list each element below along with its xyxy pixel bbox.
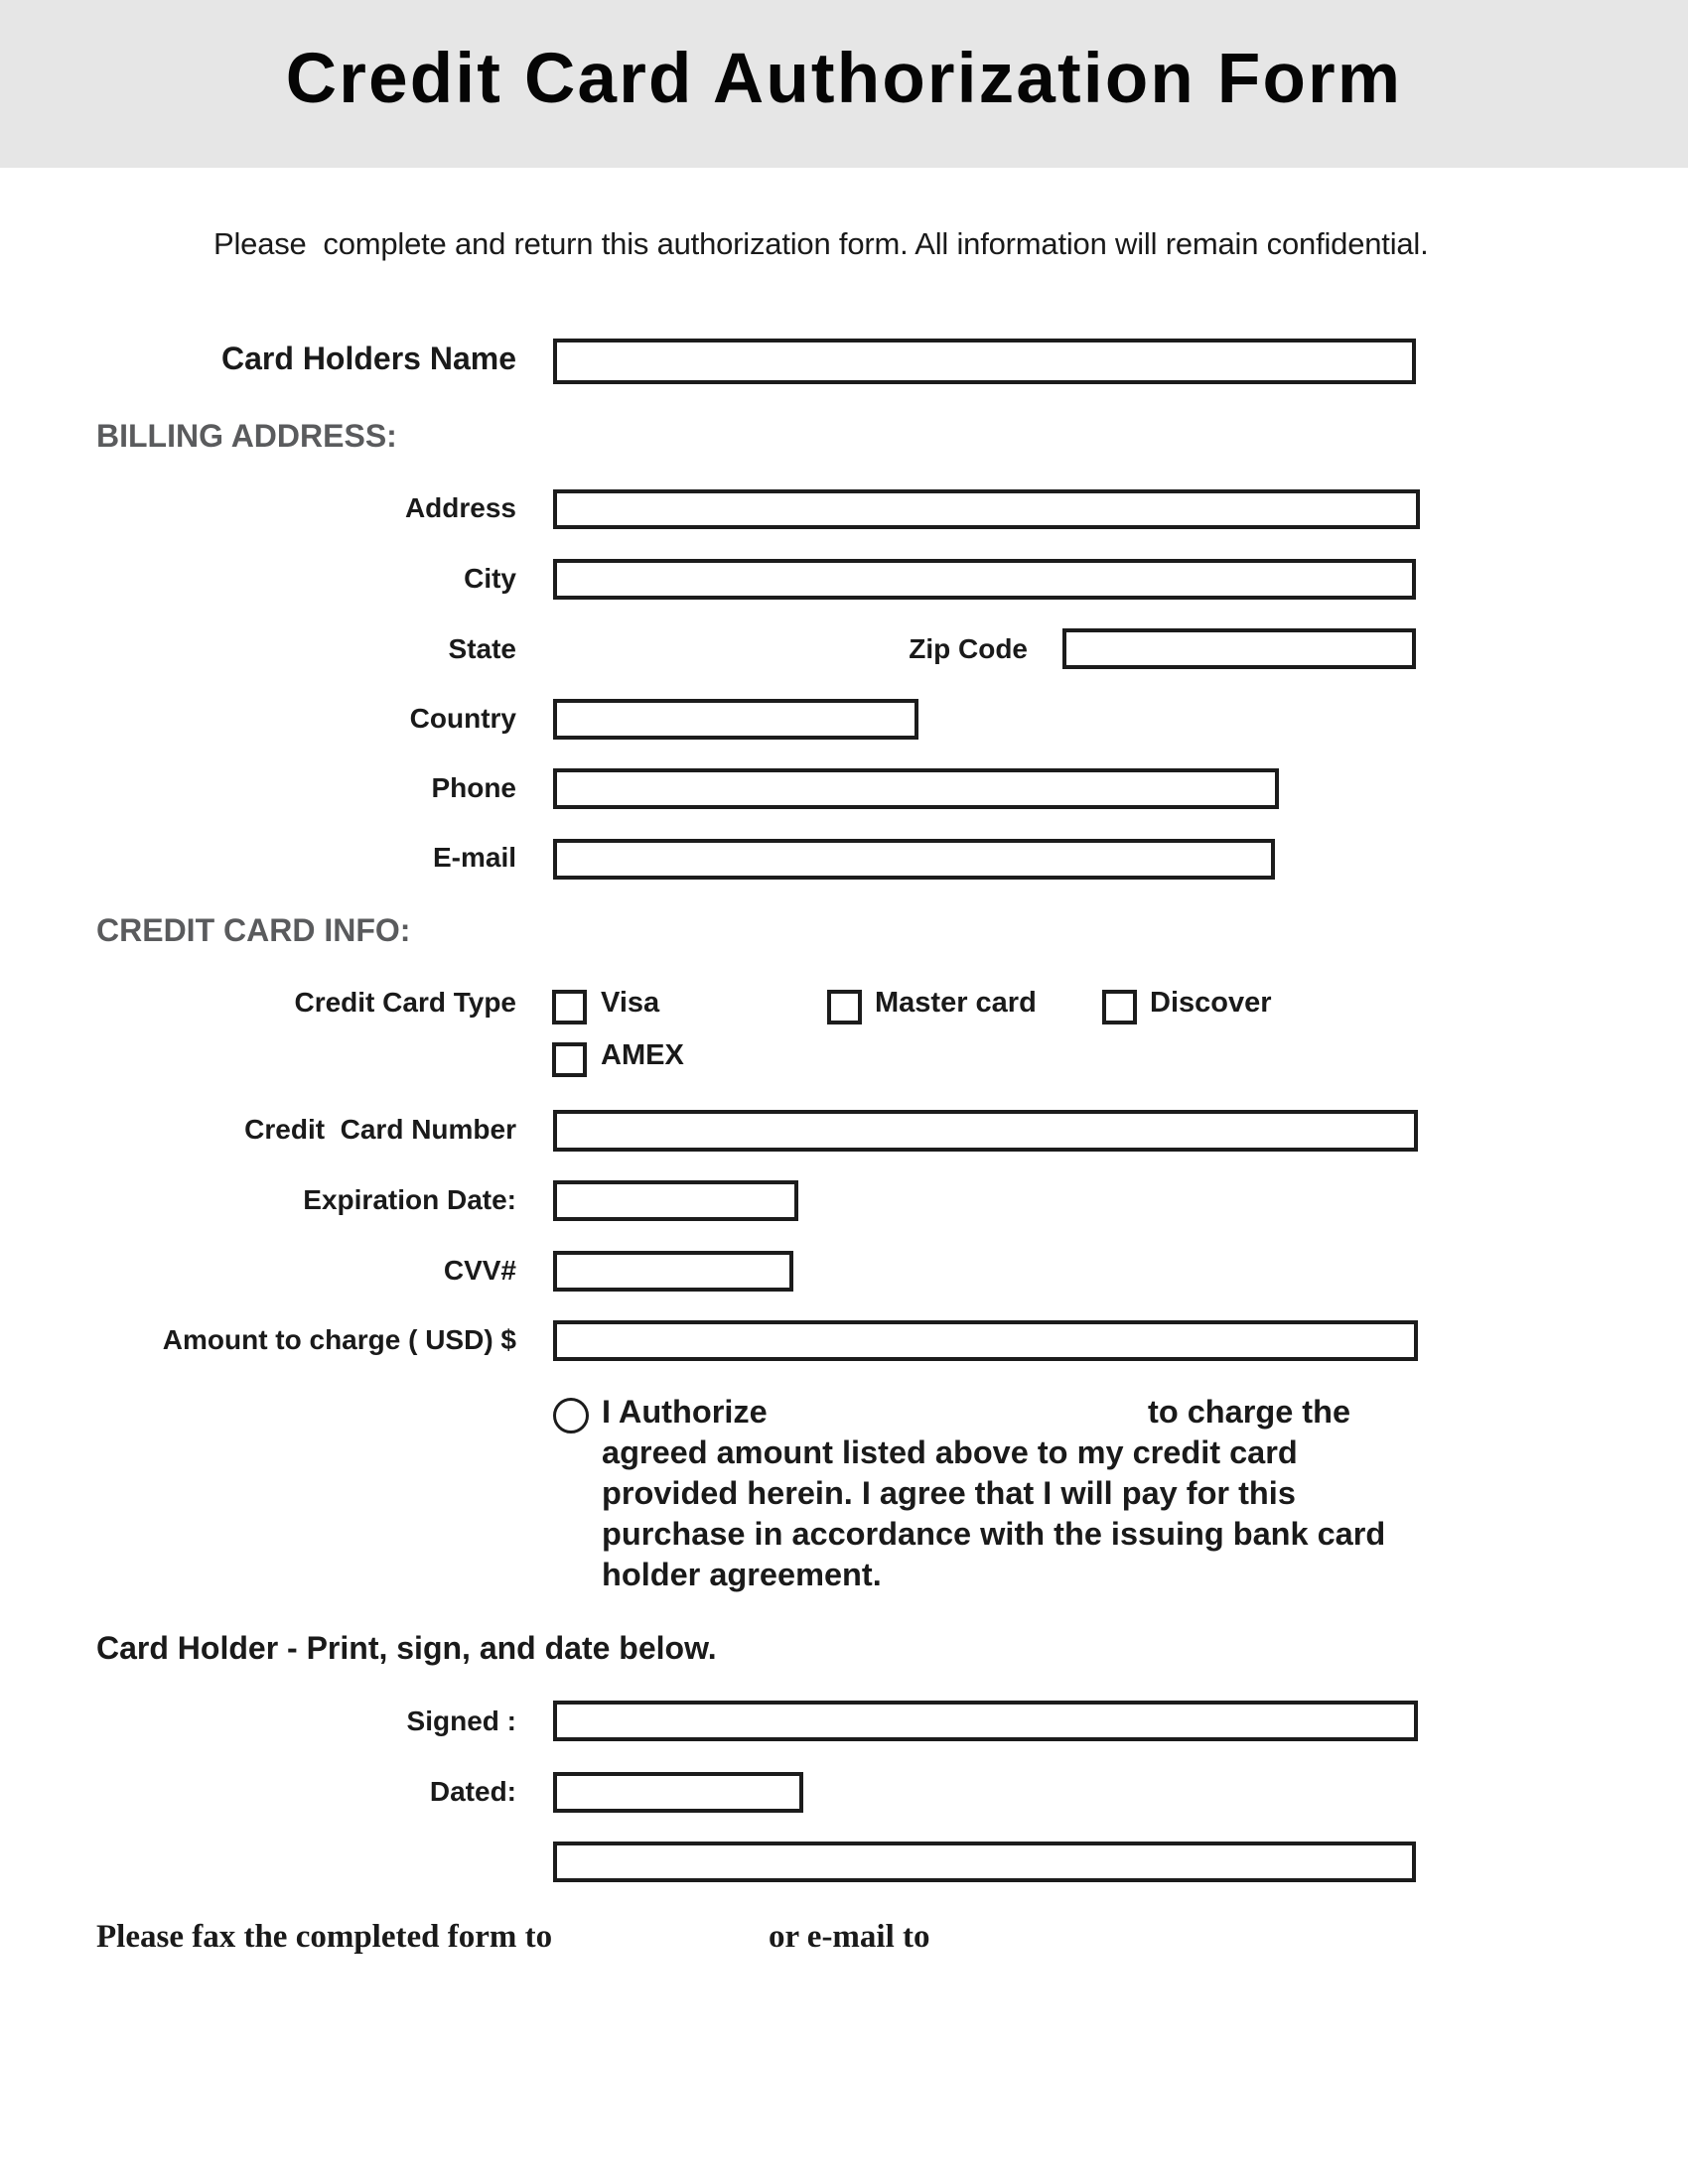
phone-label: Phone — [431, 772, 516, 803]
instructions-text: Please complete and return this authoriz… — [213, 226, 1429, 261]
authorization-line: agreed amount listed above to my credit … — [602, 1434, 1298, 1470]
address-label: Address — [404, 492, 516, 523]
card-number-label: Credit Card Number — [244, 1114, 516, 1145]
amex-checkbox[interactable] — [552, 1042, 587, 1077]
dated-field[interactable] — [553, 1772, 803, 1813]
email-label: E-mail — [432, 842, 516, 873]
zip-code-label: Zip Code — [909, 633, 1028, 664]
card-number-field[interactable] — [553, 1110, 1418, 1152]
authorization-statement: I Authorize to charge the agreed amount … — [602, 1392, 1446, 1595]
visa-label: Visa — [601, 987, 660, 1019]
fax-instruction: Please fax the completed form to — [96, 1919, 553, 1955]
country-label: Country — [409, 703, 516, 734]
dated-label: Dated: — [429, 1776, 516, 1807]
email-field[interactable] — [553, 839, 1275, 880]
signed-label: Signed : — [406, 1706, 516, 1736]
authorization-line-end: to charge the — [1148, 1394, 1351, 1430]
card-holder-name-field[interactable] — [553, 339, 1416, 384]
authorization-line: provided herein. I agree that I will pay… — [602, 1475, 1296, 1511]
cvv-field[interactable] — [553, 1251, 793, 1292]
zip-code-field[interactable] — [1062, 628, 1416, 669]
credit-card-type-label: Credit Card Type — [294, 987, 516, 1018]
amount-field[interactable] — [553, 1320, 1418, 1361]
amount-label: Amount to charge ( USD) $ — [162, 1324, 516, 1355]
authorization-line: I Authorize to charge the — [602, 1392, 1446, 1433]
credit-card-info-heading: CREDIT CARD INFO: — [96, 912, 411, 948]
city-label: City — [464, 563, 516, 594]
country-field[interactable] — [553, 699, 918, 740]
amex-label: AMEX — [601, 1039, 684, 1071]
mastercard-label: Master card — [875, 987, 1037, 1019]
billing-address-heading: BILLING ADDRESS: — [96, 418, 397, 454]
mastercard-checkbox[interactable] — [827, 990, 862, 1024]
visa-checkbox[interactable] — [552, 990, 587, 1024]
expiration-date-field[interactable] — [553, 1180, 798, 1221]
discover-label: Discover — [1150, 987, 1272, 1019]
authorization-line-start: I Authorize — [602, 1394, 768, 1430]
page-title: Credit Card Authorization Form — [285, 40, 1403, 118]
city-field[interactable] — [553, 559, 1416, 600]
header-band: Credit Card Authorization Form — [0, 0, 1688, 168]
signature-section-heading: Card Holder - Print, sign, and date belo… — [96, 1630, 717, 1666]
print-name-field[interactable] — [553, 1842, 1416, 1882]
authorize-radio[interactable] — [553, 1398, 589, 1433]
expiration-date-label: Expiration Date: — [303, 1184, 516, 1215]
authorization-line: purchase in accordance with the issuing … — [602, 1516, 1386, 1552]
signature-field[interactable] — [553, 1701, 1418, 1741]
phone-field[interactable] — [553, 768, 1279, 809]
authorization-line: holder agreement. — [602, 1557, 882, 1592]
card-holder-name-label: Card Holders Name — [221, 341, 516, 376]
discover-checkbox[interactable] — [1102, 990, 1137, 1024]
cvv-label: CVV# — [443, 1255, 516, 1286]
address-field[interactable] — [553, 489, 1420, 529]
email-instruction: or e-mail to — [769, 1919, 930, 1955]
state-label: State — [448, 633, 516, 664]
